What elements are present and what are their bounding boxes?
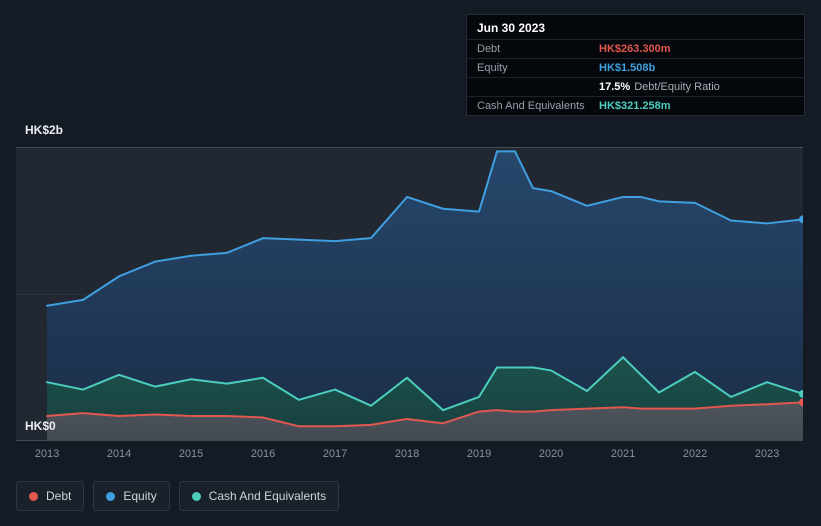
x-axis-tick-2017: 2017 <box>322 448 348 460</box>
legend-label-debt: Debt <box>46 489 72 503</box>
x-axis-tick-2015: 2015 <box>178 448 204 460</box>
tooltip-date: Jun 30 2023 <box>477 21 546 35</box>
tooltip-ratio-row: 17.5% Debt/Equity Ratio <box>467 77 804 96</box>
tooltip-debt-value: HK$263.300m <box>599 43 671 55</box>
x-axis-tick-2018: 2018 <box>394 448 420 460</box>
y-axis-label-bottom: HK$0 <box>25 419 56 433</box>
legend-label-cash: Cash And Equivalents <box>208 489 327 503</box>
tooltip-debt-row: Debt HK$263.300m <box>467 39 804 58</box>
x-axis-tick-2016: 2016 <box>250 448 276 460</box>
tooltip-equity-value: HK$1.508b <box>599 62 656 74</box>
x-axis-tick-2019: 2019 <box>466 448 492 460</box>
debt-legend-dot-icon <box>29 491 38 501</box>
legend-label-equity: Equity <box>123 489 157 503</box>
tooltip-cash-row: Cash And Equivalents HK$321.258m <box>467 96 804 115</box>
chart-plot-area[interactable] <box>16 147 803 441</box>
tooltip-card: Jun 30 2023 Debt HK$263.300m Equity HK$1… <box>466 14 805 116</box>
cash-legend-dot-icon <box>191 491 201 501</box>
x-axis: 2013 2014 2015 2016 2017 2018 2019 2020 2021 2022… <box>16 448 803 462</box>
tooltip-equity-row: Equity HK$1.508b <box>467 58 804 77</box>
legend-item-equity[interactable]: Equity <box>93 481 170 511</box>
tooltip-cash-value: HK$321.258m <box>599 100 671 112</box>
legend-item-debt[interactable]: Debt <box>16 481 85 511</box>
chart-svg <box>16 147 803 441</box>
x-axis-tick-2022: 2022 <box>682 448 708 460</box>
x-axis-tick-2014: 2014 <box>106 448 132 460</box>
legend-item-cash[interactable]: Cash And Equivalents <box>178 481 340 511</box>
legend: Debt Equity Cash And Equivalents <box>16 481 340 511</box>
debt-equity-history-chart: Jun 30 2023 Debt HK$263.300m Equity HK$1… <box>0 0 821 526</box>
tooltip-equity-label: Equity <box>477 62 508 74</box>
equity-legend-dot-icon <box>106 491 116 501</box>
x-axis-tick-2021: 2021 <box>610 448 636 460</box>
y-axis-label-top: HK$2b <box>25 123 64 137</box>
tooltip-debt-label: Debt <box>477 43 501 55</box>
x-axis-tick-2020: 2020 <box>538 448 564 460</box>
tooltip-ratio-value: 17.5% <box>599 81 631 93</box>
x-axis-tick-2013: 2013 <box>34 448 60 460</box>
x-axis-tick-2023: 2023 <box>754 448 780 460</box>
tooltip-ratio-text: Debt/Equity Ratio <box>634 81 720 93</box>
tooltip-cash-label: Cash And Equivalents <box>477 100 585 112</box>
